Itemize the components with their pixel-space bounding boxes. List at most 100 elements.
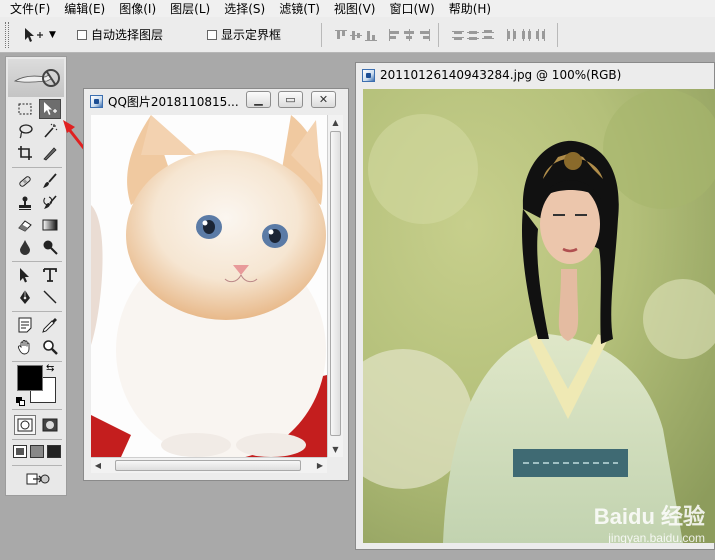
zoom-tool[interactable]: [39, 337, 61, 357]
horizontal-scroll-thumb[interactable]: [115, 460, 301, 471]
gradient-tool[interactable]: [39, 215, 61, 235]
menu-help[interactable]: 帮助(H): [449, 0, 491, 17]
menu-select[interactable]: 选择(S): [224, 0, 265, 17]
path-selection-tool[interactable]: [14, 265, 36, 285]
menu-edit[interactable]: 编辑(E): [64, 0, 105, 17]
menu-image[interactable]: 图像(I): [119, 0, 156, 17]
align-top-edges-icon[interactable]: [334, 28, 348, 42]
kitten-photo: [91, 115, 327, 457]
menu-view[interactable]: 视图(V): [334, 0, 376, 17]
line-icon: [43, 290, 57, 304]
hand-tool[interactable]: [14, 337, 36, 357]
history-brush-tool[interactable]: [39, 193, 61, 213]
toolbox-divider: [12, 311, 62, 312]
eraser-tool[interactable]: [14, 215, 36, 235]
menu-window[interactable]: 窗口(W): [389, 0, 434, 17]
document-window-portrait: 20110126140943284.jpg @ 100%(RGB) Baidu …: [355, 62, 715, 550]
feather-logo-icon: [13, 69, 60, 87]
toolbox-divider: [12, 439, 62, 440]
photoshop-document-icon: [90, 94, 103, 108]
align-vertical-centers-icon[interactable]: [349, 28, 363, 42]
auto-select-layer-checkbox[interactable]: [77, 29, 87, 40]
standard-mode-button[interactable]: [14, 415, 36, 435]
document-titlebar[interactable]: QQ图片2018110815...: [84, 89, 348, 113]
jump-to-imageready-button[interactable]: [24, 469, 52, 489]
rectangular-marquee-tool[interactable]: [14, 99, 36, 119]
magnifier-icon: [43, 340, 58, 355]
distribute-center-icon[interactable]: [519, 28, 533, 42]
align-horizontal-centers-icon[interactable]: [402, 28, 416, 42]
menu-layer[interactable]: 图层(L): [170, 0, 210, 17]
show-bounding-box-checkbox[interactable]: [207, 29, 218, 40]
move-icon: [44, 102, 57, 115]
toolbox-divider: [12, 465, 62, 466]
bandage-icon: [19, 176, 31, 187]
foreground-color-swatch[interactable]: [17, 365, 43, 391]
document-titlebar[interactable]: 20110126140943284.jpg @ 100%(RGB): [356, 63, 714, 87]
maximize-button[interactable]: ▭: [278, 91, 303, 108]
toolbox-header[interactable]: [8, 59, 64, 97]
vertical-scroll-thumb[interactable]: [330, 131, 341, 436]
pen-nib-icon: [20, 290, 30, 304]
options-separator: [438, 22, 440, 47]
quick-mask-button[interactable]: [39, 415, 61, 435]
notes-tool[interactable]: [14, 315, 36, 335]
show-bounding-box-option[interactable]: 显示定界框: [207, 26, 281, 43]
move-tool-icon: [25, 27, 43, 42]
type-tool[interactable]: [39, 265, 61, 285]
distribute-left-icon[interactable]: [504, 28, 518, 42]
distribute-top-icon[interactable]: [451, 28, 465, 42]
quick-mask-icon: [42, 418, 58, 432]
auto-select-layer-option[interactable]: 自动选择图层: [77, 26, 163, 43]
scroll-right-arrow[interactable]: ▶: [313, 458, 327, 473]
kitten-image: [91, 115, 327, 457]
scroll-left-arrow[interactable]: ◀: [91, 458, 105, 473]
photoshop-document-icon: [362, 68, 375, 82]
dodge-tool[interactable]: [39, 237, 61, 257]
full-screen-mode-icon[interactable]: [47, 445, 61, 458]
lasso-tool[interactable]: [14, 121, 36, 141]
portrait-image: Baidu 经验 jingyan.baidu.com: [363, 89, 715, 543]
align-right-edges-icon[interactable]: [417, 28, 431, 42]
swap-colors-icon[interactable]: ⇆: [46, 363, 54, 374]
toolbox-divider: [12, 361, 62, 362]
document-title: 20110126140943284.jpg @ 100%(RGB): [380, 68, 622, 82]
clone-stamp-tool[interactable]: [14, 193, 36, 213]
hand-icon: [17, 340, 30, 355]
standard-screen-mode-icon[interactable]: [13, 445, 27, 458]
pen-tool[interactable]: [14, 287, 36, 307]
brush-tool[interactable]: [39, 171, 61, 191]
line-tool[interactable]: [39, 287, 61, 307]
standard-mode-icon: [17, 418, 33, 432]
distribute-buttons: [451, 28, 549, 42]
document-title: QQ图片2018110815...: [108, 94, 239, 109]
distribute-right-icon[interactable]: [534, 28, 548, 42]
crop-tool[interactable]: [14, 143, 36, 163]
gradient-icon: [42, 219, 58, 231]
scroll-down-arrow[interactable]: ▼: [328, 442, 343, 456]
horizontal-scrollbar[interactable]: ◀ ▶: [91, 457, 327, 473]
menu-file[interactable]: 文件(F): [10, 0, 50, 17]
options-bar-grip[interactable]: [5, 21, 9, 48]
lasso-icon: [19, 124, 33, 139]
eyedropper-tool[interactable]: [39, 315, 61, 335]
distribute-middle-icon[interactable]: [466, 28, 480, 42]
blur-tool[interactable]: [14, 237, 36, 257]
align-bottom-edges-icon[interactable]: [364, 28, 378, 42]
auto-select-layer-label: 自动选择图层: [91, 28, 164, 42]
align-left-edges-icon[interactable]: [387, 28, 401, 42]
close-button[interactable]: ✕: [311, 91, 336, 108]
distribute-bottom-icon[interactable]: [481, 28, 495, 42]
full-screen-menu-icon[interactable]: [30, 445, 44, 458]
portrait-photo: [363, 89, 715, 543]
screen-mode-buttons: [13, 445, 61, 458]
healing-brush-tool[interactable]: [14, 171, 36, 191]
menu-filter[interactable]: 滤镜(T): [279, 0, 320, 17]
minimize-button[interactable]: ▁: [246, 91, 271, 108]
brush-icon: [43, 173, 57, 188]
vertical-scrollbar[interactable]: ▲ ▼: [327, 115, 343, 457]
tool-preset-picker[interactable]: ▼: [23, 26, 63, 44]
marquee-icon: [18, 103, 32, 115]
scroll-up-arrow[interactable]: ▲: [328, 115, 343, 129]
default-colors-icon[interactable]: [16, 397, 25, 406]
